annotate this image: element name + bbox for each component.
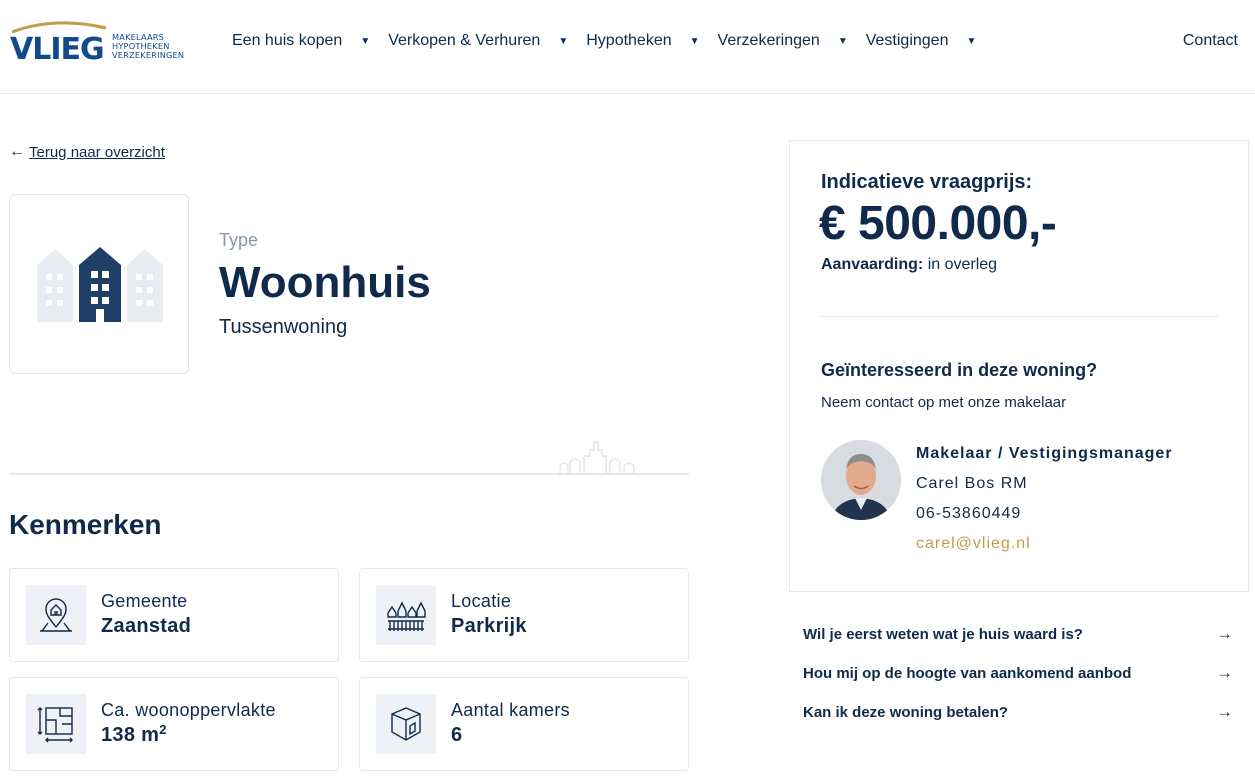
back-to-overview-link[interactable]: ← Terug naar overzicht [9,143,165,161]
caret-down-icon: ▼ [360,35,371,47]
interest-subheading: Neem contact op met onze makelaar [821,394,1067,411]
acceptance-row: Aanvaarding: in overleg [821,256,997,274]
price-value: € 500.000,- [819,197,1057,250]
agent-name: Carel Bos RM [916,475,1028,492]
feature-gemeente: Gemeente Zaanstad [9,568,339,662]
type-subtitle: Tussenwoning [219,316,348,338]
agent-avatar [821,440,901,520]
caret-down-icon: ▼ [689,35,700,47]
row-houses-icon [37,247,163,322]
feature-value: Zaanstad [101,615,192,637]
feature-label: Aantal kamers [451,700,570,720]
feature-aantal-kamers: Aantal kamers 6 [359,677,689,771]
cta-label: Kan ik deze woning betalen? [803,703,1009,721]
card-divider [821,316,1218,317]
cta-upcoming-offers[interactable]: Hou mij op de hoogte van aankomend aanbo… [803,663,1233,683]
back-link-label: Terug naar overzicht [29,143,165,161]
logo-line: VERZEKERINGEN [112,50,185,60]
property-type-card [9,194,189,374]
feature-label: Ca. woonoppervlakte [101,700,276,720]
vlieg-logo[interactable]: VLIEG MAKELAARS HYPOTHEKEN VERZEKERINGEN [10,20,185,68]
kenmerken-heading: Kenmerken [9,509,162,540]
type-title: Woonhuis [219,258,431,307]
nav-label: Verzekeringen [717,32,820,49]
skyline-icon [558,441,640,475]
agent-phone-link[interactable]: 06-53860449 [916,505,1021,523]
type-label: Type [219,230,259,250]
agent-email-link[interactable]: carel@vlieg.nl [916,535,1031,553]
acceptance-value: in overleg [927,256,998,273]
feature-value: 6 [451,724,463,746]
acceptance-label: Aanvaarding: [821,256,924,273]
price-contact-card: Indicatieve vraagprijs: € 500.000,- Aanv… [789,140,1249,592]
cta-house-value[interactable]: Wil je eerst weten wat je huis waard is?… [803,624,1233,644]
price-label: Indicatieve vraagprijs: [821,171,1033,193]
nav-label: Vestigingen [865,32,949,49]
cta-label: Hou mij op de hoogte van aankomend aanbo… [803,664,1132,682]
nav-label: Een huis kopen [232,32,343,49]
arrow-left-icon: ← [9,143,25,160]
caret-down-icon: ▼ [558,35,569,47]
site-header: VLIEG MAKELAARS HYPOTHEKEN VERZEKERINGEN… [0,0,1255,94]
feature-value: Parkrijk [451,615,527,637]
nav-label: Verkopen & Verhuren [388,32,541,49]
feature-woonoppervlakte: Ca. woonoppervlakte 138 m2 [9,677,339,771]
nav-item-een-huis-kopen[interactable]: Een huis kopen ▼ [232,32,370,50]
feature-value: 138 m2 [101,722,167,747]
cta-label: Wil je eerst weten wat je huis waard is? [803,625,1083,643]
logo-tagline: MAKELAARS HYPOTHEKEN VERZEKERINGEN [112,33,184,60]
nav-item-vestigingen[interactable]: Vestigingen ▼ [866,32,977,50]
floorplan-icon [26,694,86,754]
nav-item-verkopen-verhuren[interactable]: Verkopen & Verhuren ▼ [388,32,568,50]
contact-link[interactable]: Contact [1183,32,1238,50]
nav-label: Hypotheken [586,32,672,49]
main-nav: Een huis kopen ▼ Verkopen & Verhuren ▼ H… [232,32,994,50]
caret-down-icon: ▼ [837,35,848,47]
location-house-icon [26,585,86,645]
room-icon [376,694,436,754]
arrow-right-icon: → [1216,624,1233,643]
cta-affordability[interactable]: Kan ik deze woning betalen? → [803,702,1233,722]
nav-item-hypotheken[interactable]: Hypotheken ▼ [586,32,699,50]
nav-item-verzekeringen[interactable]: Verzekeringen ▼ [718,32,848,50]
agent-role: Makelaar / Vestigingsmanager [916,445,1173,462]
feature-value-number: 138 m [101,724,160,746]
caret-down-icon: ▼ [966,35,977,47]
logo-wordmark: VLIEG [10,32,105,67]
arrow-right-icon: → [1216,702,1233,721]
arrow-right-icon: → [1216,663,1233,682]
feature-label: Locatie [451,591,512,611]
feature-label: Gemeente [101,591,188,611]
houses-row-icon [376,585,436,645]
feature-value-unit-sup: 2 [159,722,167,737]
feature-locatie: Locatie Parkrijk [359,568,689,662]
interest-heading: Geïnteresseerd in deze woning? [821,360,1098,380]
